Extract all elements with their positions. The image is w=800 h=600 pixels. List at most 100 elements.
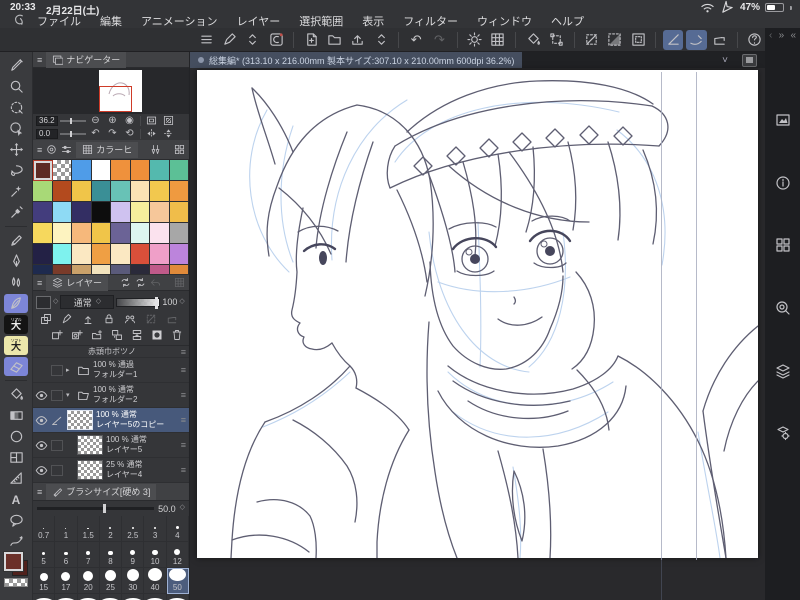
- zoom-in-button[interactable]: ⊕: [105, 115, 120, 127]
- blend-mode-select[interactable]: 通常 ◇: [60, 295, 115, 309]
- color-swatch[interactable]: [52, 244, 72, 265]
- brush-size-cell[interactable]: 15: [33, 568, 56, 594]
- tool-ruler[interactable]: [4, 469, 28, 488]
- new-vector-layer-icon[interactable]: [68, 329, 87, 341]
- color-swatch[interactable]: [150, 160, 170, 181]
- menu-item[interactable]: アニメーション: [141, 13, 218, 29]
- color-swatch[interactable]: [91, 181, 111, 202]
- color-swatch[interactable]: [52, 202, 72, 223]
- drag-handle-icon[interactable]: ≡: [181, 415, 186, 425]
- tool-pencil[interactable]: [4, 231, 28, 250]
- zoom-out-button[interactable]: ⊖: [88, 115, 103, 127]
- color-swatch[interactable]: [150, 244, 170, 265]
- fit-canvas-button[interactable]: [161, 115, 176, 127]
- palette-menu-icon[interactable]: ≡: [37, 487, 42, 497]
- color-swatch[interactable]: [111, 223, 131, 244]
- color-swatch[interactable]: [33, 223, 53, 244]
- canvas-tab[interactable]: 総集編* (313.10 x 216.00mm 製本サイズ:307.10 x 2…: [190, 52, 523, 68]
- color-swatch[interactable]: [169, 244, 189, 265]
- tool-eyedropper[interactable]: [4, 203, 28, 222]
- flip-horizontal-button[interactable]: [144, 128, 159, 140]
- transparent-color-swatch[interactable]: [4, 578, 28, 587]
- layer-row[interactable]: 赤頭巾ボツノ ≡: [33, 346, 189, 358]
- color-swatch[interactable]: [111, 265, 131, 275]
- tool-airbrush[interactable]: [4, 294, 28, 313]
- menu-item[interactable]: 選択範囲: [299, 13, 343, 29]
- color-swatch[interactable]: [91, 265, 111, 275]
- layer-row[interactable]: 100 % 通常 レイヤー5 ≡: [33, 433, 189, 458]
- enable-mask-icon[interactable]: [141, 313, 161, 325]
- brush-size-cell[interactable]: [55, 594, 78, 600]
- visibility-cell[interactable]: [35, 464, 48, 477]
- brush-size-cell[interactable]: 1.5: [77, 516, 100, 542]
- canvas-area[interactable]: [190, 68, 765, 600]
- tool-fill[interactable]: [4, 385, 28, 404]
- color-swatch[interactable]: [72, 265, 92, 275]
- color-swatch[interactable]: [150, 181, 170, 202]
- transform-icon[interactable]: [546, 30, 566, 50]
- brush-size-cell[interactable]: 2: [99, 516, 123, 542]
- visibility-cell[interactable]: [35, 414, 48, 427]
- toolbar-stepper-icon[interactable]: [243, 30, 263, 50]
- brush-size-cell[interactable]: 40: [144, 568, 167, 594]
- brush-size-cell[interactable]: 2.5: [122, 516, 145, 542]
- tool-lasso[interactable]: [4, 161, 28, 180]
- tool-frame-border[interactable]: [4, 448, 28, 467]
- menu-item[interactable]: レイヤー: [237, 13, 281, 29]
- brush-size-stepper-icon[interactable]: ◇: [180, 504, 185, 511]
- delete-layer-icon[interactable]: [167, 329, 186, 341]
- navigator-tab[interactable]: ナビゲーター: [46, 52, 127, 68]
- new-raster-layer-icon[interactable]: [48, 329, 67, 341]
- brush-size-cell[interactable]: 9: [122, 542, 145, 568]
- tool-marker[interactable]: [4, 56, 28, 75]
- color-swatch[interactable]: [33, 202, 53, 223]
- opacity-stepper-icon[interactable]: ◇: [179, 298, 184, 305]
- revert-icon[interactable]: [150, 277, 161, 288]
- color-swatch[interactable]: [169, 181, 189, 202]
- color-swatch[interactable]: [169, 160, 189, 181]
- brush-size-cell[interactable]: 12: [166, 542, 189, 568]
- tool-selection-area[interactable]: [4, 98, 28, 117]
- color-swatch[interactable]: [130, 223, 150, 244]
- tool-line-correction[interactable]: [4, 532, 28, 551]
- brush-size-cell[interactable]: [167, 594, 189, 600]
- layer-color-box[interactable]: [36, 295, 51, 309]
- color-slider-tab-icon[interactable]: [61, 144, 72, 155]
- expand-arrow-icon[interactable]: ▾: [66, 391, 74, 399]
- app-logo-icon[interactable]: [12, 13, 27, 28]
- color-swatch[interactable]: [72, 223, 92, 244]
- snap-to-ruler-icon[interactable]: [663, 29, 684, 50]
- color-swatch[interactable]: [169, 223, 189, 244]
- menu-item[interactable]: ファイル: [37, 13, 81, 29]
- visibility-cell[interactable]: [35, 389, 48, 402]
- color-swatch[interactable]: [91, 223, 111, 244]
- tool-auto-select[interactable]: [4, 182, 28, 201]
- open-file-icon[interactable]: [324, 30, 344, 50]
- redo-icon[interactable]: ↷: [429, 30, 449, 50]
- clip-to-layer-icon[interactable]: [36, 313, 56, 325]
- deselect-icon[interactable]: [581, 30, 601, 50]
- tool-pen[interactable]: [4, 252, 28, 271]
- zoom-value-field[interactable]: 36.2: [36, 115, 58, 126]
- cycle-color2-icon[interactable]: [135, 277, 146, 288]
- opacity-value[interactable]: 100: [162, 297, 177, 307]
- color-swatch[interactable]: [72, 160, 92, 181]
- drag-handle-icon[interactable]: ≡: [181, 347, 186, 357]
- brush-size-cell[interactable]: 5: [33, 542, 56, 568]
- color-swatch[interactable]: [130, 181, 150, 202]
- drag-handle-icon[interactable]: ≡: [181, 390, 186, 400]
- quick-access-icon[interactable]: [772, 110, 794, 130]
- undo-icon[interactable]: ↶: [406, 30, 426, 50]
- color-swatch[interactable]: [72, 181, 92, 202]
- drag-handle-icon[interactable]: ≡: [181, 365, 186, 375]
- edit-pen-icon[interactable]: [219, 30, 239, 50]
- tool-move[interactable]: [4, 140, 28, 159]
- layer-tab[interactable]: レイヤー: [46, 274, 108, 291]
- dock-chevron-collapse-icon[interactable]: «: [790, 30, 796, 41]
- approx-color-tab-icon[interactable]: [150, 144, 161, 155]
- brush-size-cell[interactable]: 50: [166, 568, 189, 594]
- color-swatch[interactable]: [150, 265, 170, 275]
- color-set-panel-icon[interactable]: [772, 235, 794, 255]
- brush-size-slider[interactable]: [37, 504, 155, 513]
- color-swatch[interactable]: [111, 181, 131, 202]
